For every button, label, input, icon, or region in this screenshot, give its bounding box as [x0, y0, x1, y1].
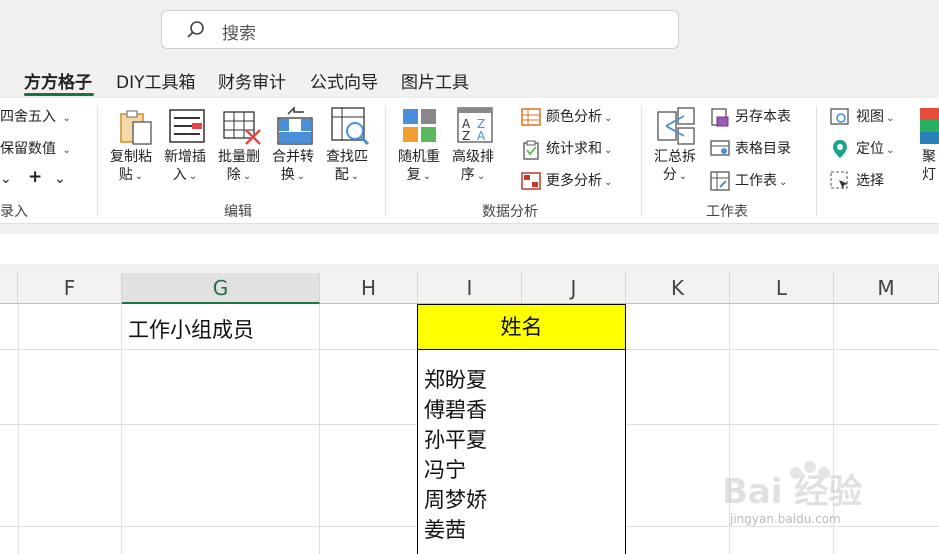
list-item: 姜茜	[424, 518, 466, 542]
insert-rows-icon	[169, 109, 205, 143]
group-label-edit: 编辑	[224, 204, 252, 220]
divider	[816, 106, 817, 216]
column-header-l[interactable]: L	[730, 273, 834, 304]
location-pin-icon	[833, 140, 847, 158]
ribbon-gap	[0, 224, 939, 234]
group-label-entry: 录入	[0, 204, 28, 220]
catalog-icon	[710, 140, 730, 156]
color-grid-icon	[521, 108, 541, 126]
cell-name-header[interactable]: 姓名	[417, 304, 626, 350]
view-icon	[830, 108, 849, 125]
column-header-m[interactable]: M	[834, 273, 939, 304]
search-box[interactable]: 搜索	[161, 10, 679, 49]
tab-diy-toolbox[interactable]: DIY工具箱	[116, 68, 196, 93]
gridline	[18, 304, 19, 554]
tab-finance-audit[interactable]: 财务审计	[218, 68, 286, 93]
stat-sum-button[interactable]: 统计求和 ⌄	[546, 140, 612, 160]
group-label-sheet: 工作表	[706, 204, 748, 220]
worksheet-icon	[710, 171, 730, 191]
chevron-down-icon[interactable]: ⌄	[54, 170, 66, 188]
advanced-sort-button[interactable]: 高级排序 ⌄	[452, 148, 494, 186]
summary-split-button[interactable]: 汇总拆分 ⌄	[654, 148, 696, 186]
list-item: 傅碧香	[424, 398, 487, 422]
title-bar: 搜索	[0, 0, 939, 60]
ribbon-tabs: 方方格子 DIY工具箱 财务审计 公式向导 图片工具	[0, 60, 939, 98]
round-button[interactable]: 四舍五入 ⌄	[0, 108, 71, 128]
column-header-partial[interactable]	[0, 273, 18, 304]
spotlight-icon	[920, 108, 939, 144]
lookup-button[interactable]: 查找匹配 ⌄	[326, 148, 368, 186]
copy-paste-button[interactable]: 复制粘贴 ⌄	[110, 148, 152, 186]
sort-az-icon: A Z Z A	[457, 107, 493, 143]
svg-text:A: A	[477, 129, 486, 143]
divider	[385, 106, 386, 216]
merge-button[interactable]: 合并转换 ⌄	[272, 148, 314, 186]
column-header-h[interactable]: H	[320, 273, 418, 304]
search-icon	[187, 21, 204, 38]
tab-fangfang[interactable]: 方方格子	[24, 68, 92, 93]
active-tab-indicator	[24, 93, 94, 96]
clipboard-icon	[120, 110, 152, 145]
chevron-down-icon[interactable]: ⌄	[0, 170, 12, 188]
save-as-button[interactable]: 另存本表	[735, 108, 791, 126]
save-as-icon	[711, 108, 729, 127]
batch-delete-icon	[223, 111, 261, 145]
group-label-analysis: 数据分析	[482, 204, 538, 220]
column-header-i[interactable]: I	[418, 273, 522, 304]
formula-bar[interactable]	[0, 234, 939, 264]
keep-value-button[interactable]: 保留数值 ⌄	[0, 140, 71, 160]
tab-formula-wizard[interactable]: 公式向导	[310, 68, 378, 93]
watermark-url: jingyan.baidu.com	[730, 512, 841, 526]
divider	[641, 106, 642, 216]
list-item: 冯宁	[424, 458, 466, 482]
list-item: 郑盼夏	[424, 368, 487, 392]
sheet-gap	[0, 264, 939, 273]
locate-button[interactable]: 定位 ⌄	[856, 140, 894, 160]
cell-g-team-members[interactable]: 工作小组成员	[128, 314, 254, 344]
tab-image-tools[interactable]: 图片工具	[401, 68, 469, 93]
catalog-button[interactable]: 表格目录	[735, 140, 791, 158]
worksheet-button[interactable]: 工作表 ⌄	[735, 172, 787, 192]
more-analysis-button[interactable]: 更多分析 ⌄	[546, 172, 612, 192]
spotlight-button[interactable]: 聚灯	[922, 148, 936, 184]
svg-text:Z: Z	[462, 129, 470, 143]
insert-button[interactable]: 新增插入 ⌄	[164, 148, 206, 186]
search-placeholder: 搜索	[222, 24, 256, 44]
select-button[interactable]: 选择	[856, 172, 884, 190]
watermark-text: Bai 经验	[722, 472, 862, 512]
color-analysis-button[interactable]: 颜色分析 ⌄	[546, 108, 612, 128]
column-header-f[interactable]: F	[18, 273, 122, 304]
plus-button[interactable]: +	[28, 168, 42, 186]
batch-delete-button[interactable]: 批量删除 ⌄	[218, 148, 260, 186]
column-header-k[interactable]: K	[626, 273, 730, 304]
view-button[interactable]: 视图 ⌄	[856, 108, 894, 128]
random-repeat-button[interactable]: 随机重复 ⌄	[398, 148, 440, 186]
list-item: 周梦娇	[424, 488, 487, 512]
gridline	[121, 304, 122, 554]
random-repeat-icon	[403, 109, 436, 142]
gridline	[319, 304, 320, 554]
list-item: 孙平夏	[424, 428, 487, 452]
stat-sum-icon	[523, 140, 539, 160]
merge-convert-icon	[277, 106, 313, 145]
lookup-icon	[331, 107, 370, 146]
select-icon	[830, 171, 848, 189]
divider	[97, 106, 98, 216]
cell-name-list[interactable]: 郑盼夏 傅碧香 孙平夏 冯宁 周梦娇 姜茜	[417, 350, 626, 554]
more-analysis-icon	[521, 172, 541, 190]
column-header-j[interactable]: J	[522, 273, 626, 304]
ribbon: 四舍五入 ⌄ 保留数值 ⌄ ⌄ + ⌄ 录入 复制粘贴 ⌄ 新增插入 ⌄ 批量删除 ⌄	[0, 98, 939, 224]
column-header-g[interactable]: G	[122, 273, 320, 304]
summary-split-icon	[657, 107, 695, 145]
